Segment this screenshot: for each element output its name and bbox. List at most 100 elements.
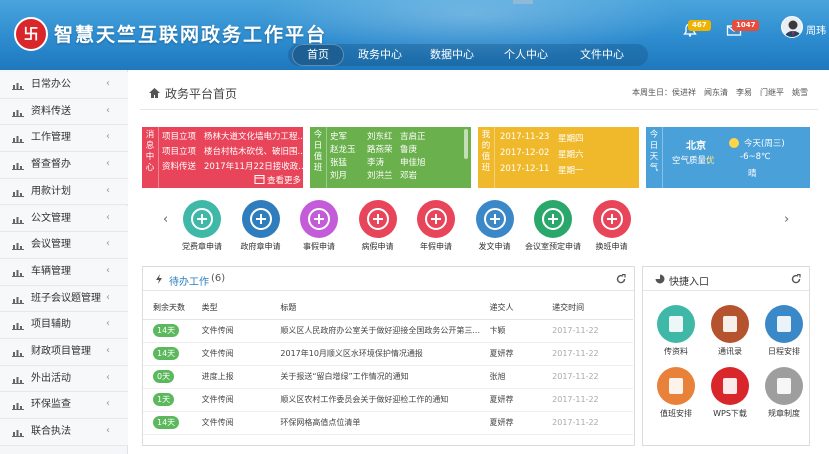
function-meet-button[interactable]: 会议室预定申请: [523, 200, 583, 252]
message-item[interactable]: 楼台村枯木砍伐、破旧围...: [204, 145, 306, 157]
quick-schedule-button[interactable]: 日程安排: [754, 305, 814, 357]
sidebar-item-label: 会议管理: [31, 239, 71, 251]
cell-type: 文件传阅: [201, 411, 281, 435]
cell-title[interactable]: 顺义区农村工作委员会关于做好迎检工作的通知: [280, 388, 490, 412]
avatar[interactable]: [781, 16, 803, 38]
duty-scrollbar[interactable]: [464, 129, 468, 159]
cell-time: 2017-11-22: [552, 319, 633, 343]
function-doc-button[interactable]: 发文申请: [465, 200, 525, 252]
function-cal-button[interactable]: 年假申请: [406, 200, 466, 252]
chevron-left-icon: ‹: [106, 264, 110, 276]
table-row[interactable]: 0天 进度上报 关于报送“留白增绿”工作情况的通知 张旭 2017-11-22: [143, 365, 633, 389]
chevron-left-icon: ‹: [106, 425, 110, 437]
function-stamp2-button[interactable]: 政府章申请: [231, 200, 291, 252]
pending-title[interactable]: 待办工作: [169, 273, 209, 288]
next-arrow[interactable]: ›: [784, 212, 789, 227]
nav-personal[interactable]: 个人中心: [498, 44, 554, 66]
duty-person: 刘月: [330, 171, 348, 181]
message-item[interactable]: 2017年11月22日接收政...: [204, 160, 306, 172]
message-type: 资料传送: [162, 162, 197, 172]
col-sender: 递交人: [489, 297, 553, 320]
function-icon: [534, 200, 572, 238]
cell-days: 14天: [143, 319, 202, 343]
function-icon: [417, 200, 455, 238]
quick-upload-button[interactable]: 传资料: [646, 305, 706, 357]
cell-sender: 张旭: [489, 365, 553, 389]
quick-contacts-button[interactable]: 通讯录: [700, 305, 760, 357]
days-pill: 1天: [153, 393, 175, 406]
message-item[interactable]: 杨林大道文化墙电力工程...: [204, 130, 306, 142]
cell-title[interactable]: 2017年10月顺义区水环境保护情况通报: [280, 342, 490, 366]
refresh-icon[interactable]: [616, 274, 626, 284]
bar-chart-icon: [12, 109, 24, 117]
quick-label: WPS下载: [713, 409, 747, 418]
sidebar-item[interactable]: 车辆管理 ‹: [0, 258, 128, 286]
function-icon: [300, 200, 338, 238]
chevron-left-icon: ‹: [106, 104, 110, 116]
pending-panel: 待办工作 (6) 剩余天数 类型 标题 递交人 递交时间 14天 文件传阅 顺义区人…: [142, 266, 635, 446]
function-person-button[interactable]: 事假申请: [289, 200, 349, 252]
cell-days: 14天: [143, 411, 202, 435]
quick-duty-button[interactable]: 值班安排: [646, 367, 706, 419]
nav-files[interactable]: 文件中心: [574, 44, 630, 66]
nav-home[interactable]: 首页: [292, 44, 344, 66]
quick-rules-button[interactable]: 规章制度: [754, 367, 814, 419]
weather-temp: -6~8℃: [740, 152, 771, 162]
sidebar-item-label: 公文管理: [31, 212, 71, 224]
sidebar-item[interactable]: 项目辅助 ‹: [0, 312, 128, 339]
nav-data[interactable]: 数据中心: [424, 44, 480, 66]
table-row[interactable]: 14天 文件传阅 环保网格高值点位清单 夏妍荐 2017-11-22: [143, 411, 633, 435]
cell-title[interactable]: 环保网格高值点位清单: [280, 411, 490, 435]
nav-affairs[interactable]: 政务中心: [352, 44, 408, 66]
sidebar-item[interactable]: 日常办公 ‹: [0, 72, 128, 99]
quick-wps-button[interactable]: WPS下载: [700, 367, 760, 419]
my-duty-card: 我的值班 2017-11-23 星期四 2017-12-02 星期六 2017-…: [478, 127, 639, 188]
function-swap-button[interactable]: 换班申请: [582, 200, 642, 252]
function-stamp-button[interactable]: 党费章申请: [172, 200, 232, 252]
sidebar-item[interactable]: 工作管理 ‹: [0, 125, 128, 153]
sidebar-item[interactable]: 环保监查 ‹: [0, 392, 128, 420]
user-name[interactable]: 周玮: [806, 22, 826, 37]
page-title: 政务平台首页: [165, 87, 238, 101]
card-label: 今日值班: [310, 127, 327, 188]
col-type: 类型: [201, 297, 281, 320]
sidebar-item[interactable]: 会议管理 ‹: [0, 232, 128, 259]
bar-chart-icon: [12, 243, 24, 251]
table-row[interactable]: 14天 文件传阅 2017年10月顺义区水环境保护情况通报 夏妍荐 2017-11-22: [143, 342, 633, 366]
sidebar-item[interactable]: 资料传送 ‹: [0, 98, 128, 126]
col-title: 标题: [280, 297, 490, 320]
sidebar-item[interactable]: 督查督办 ‹: [0, 152, 128, 179]
table-row[interactable]: 14天 文件传阅 顺义区人民政府办公室关于做好迎接全国政务公开第三... 卞颖 2017…: [143, 319, 633, 343]
function-icon: [592, 200, 631, 238]
prev-arrow[interactable]: ‹: [163, 212, 168, 227]
bar-chart-icon: [12, 350, 24, 357]
cell-sender: 夏妍荐: [489, 411, 553, 435]
message-center-card: 消息中心 项目立项 杨林大道文化墙电力工程... 项目立项 楼台村枯木砍伐、破旧…: [142, 127, 306, 188]
schedule-icon: [765, 305, 803, 343]
sidebar-item-label: 督查督办: [31, 159, 71, 171]
bar-chart-icon: [12, 136, 24, 144]
mail-badge: 1047: [732, 20, 760, 31]
function-case-button[interactable]: 病假申请: [348, 200, 408, 252]
sidebar-item[interactable]: 公文管理 ‹: [0, 205, 128, 233]
cell-time: 2017-11-22: [552, 411, 633, 435]
wps-icon: [711, 367, 749, 405]
sidebar-item[interactable]: 班子会议题管理 ‹: [0, 285, 128, 313]
app-logo: 卐: [14, 17, 48, 51]
duty-person: 路燕荣: [367, 145, 393, 155]
cell-title[interactable]: 顺义区人民政府办公室关于做好迎接全国政务公开第三...: [280, 319, 490, 343]
sidebar-item[interactable]: 联合执法 ‹: [0, 419, 128, 446]
sidebar-item[interactable]: 用款计划 ‹: [0, 178, 128, 206]
refresh-icon[interactable]: [791, 274, 801, 284]
top-handle[interactable]: [513, 0, 533, 4]
bar-chart-icon: [12, 83, 24, 90]
home-icon: [149, 88, 160, 98]
bar-chart-icon: [12, 296, 24, 304]
table-row[interactable]: 1天 文件传阅 顺义区农村工作委员会关于做好迎检工作的通知 夏妍荐 2017-11-22: [143, 388, 633, 412]
view-more-link[interactable]: 查看更多: [267, 174, 301, 186]
weather-city: 北京: [686, 141, 706, 152]
sidebar-item[interactable]: 财政项目管理 ‹: [0, 339, 128, 366]
function-label: 事假申请: [303, 242, 335, 251]
cell-title[interactable]: 关于报送“留白增绿”工作情况的通知: [280, 365, 490, 389]
sidebar-item[interactable]: 外出活动 ‹: [0, 365, 128, 393]
